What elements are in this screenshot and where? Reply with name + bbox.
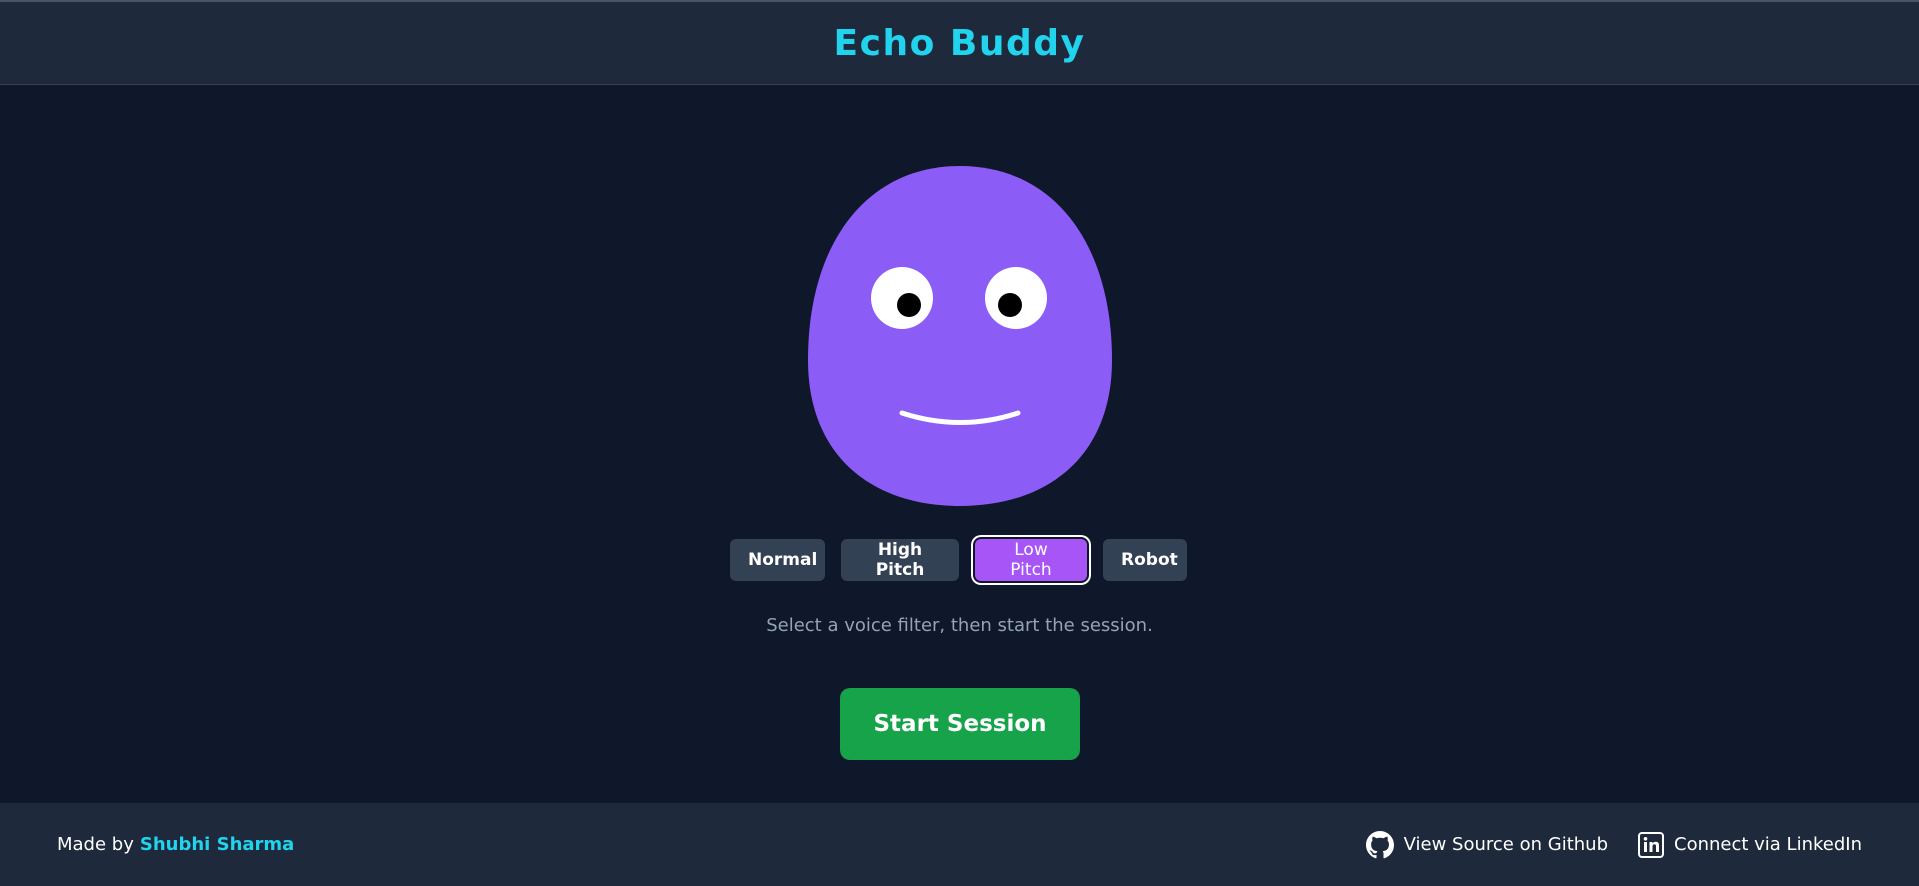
buddy-character <box>808 166 1112 506</box>
credit: Made by Shubhi Sharma <box>57 803 294 886</box>
author-link[interactable]: Shubhi Sharma <box>140 834 294 855</box>
github-icon <box>1365 830 1394 859</box>
linkedin-icon <box>1638 831 1664 858</box>
buddy-body <box>808 166 1112 506</box>
app-footer: Made by Shubhi Sharma View Source on Git… <box>0 803 1919 886</box>
linkedin-link-label: Connect via LinkedIn <box>1674 834 1862 855</box>
app-title: Echo Buddy <box>833 22 1086 64</box>
right-pupil <box>998 293 1022 317</box>
github-link-label: View Source on Github <box>1403 834 1608 855</box>
filter-robot-button[interactable]: Robot <box>1103 539 1187 581</box>
instruction-text: Select a voice filter, then start the se… <box>766 615 1153 636</box>
github-link[interactable]: View Source on Github <box>1365 830 1608 859</box>
left-pupil <box>897 293 921 317</box>
made-by-text: Made by <box>57 834 134 855</box>
app-header: Echo Buddy <box>0 2 1919 85</box>
voice-filter-group: Normal High Pitch Low Pitch Robot <box>0 539 1918 581</box>
filter-low-pitch-button[interactable]: Low Pitch <box>975 539 1087 581</box>
filter-normal-button[interactable]: Normal <box>730 539 825 581</box>
start-session-button[interactable]: Start Session <box>840 688 1080 760</box>
app-root: Echo Buddy Normal High Pitch Low Pitch R… <box>0 0 1919 886</box>
footer-links: View Source on Github Connect via Linked… <box>1365 803 1862 886</box>
filter-high-pitch-button[interactable]: High Pitch <box>841 539 959 581</box>
main-area: Normal High Pitch Low Pitch Robot Select… <box>0 85 1919 803</box>
linkedin-link[interactable]: Connect via LinkedIn <box>1638 831 1862 858</box>
